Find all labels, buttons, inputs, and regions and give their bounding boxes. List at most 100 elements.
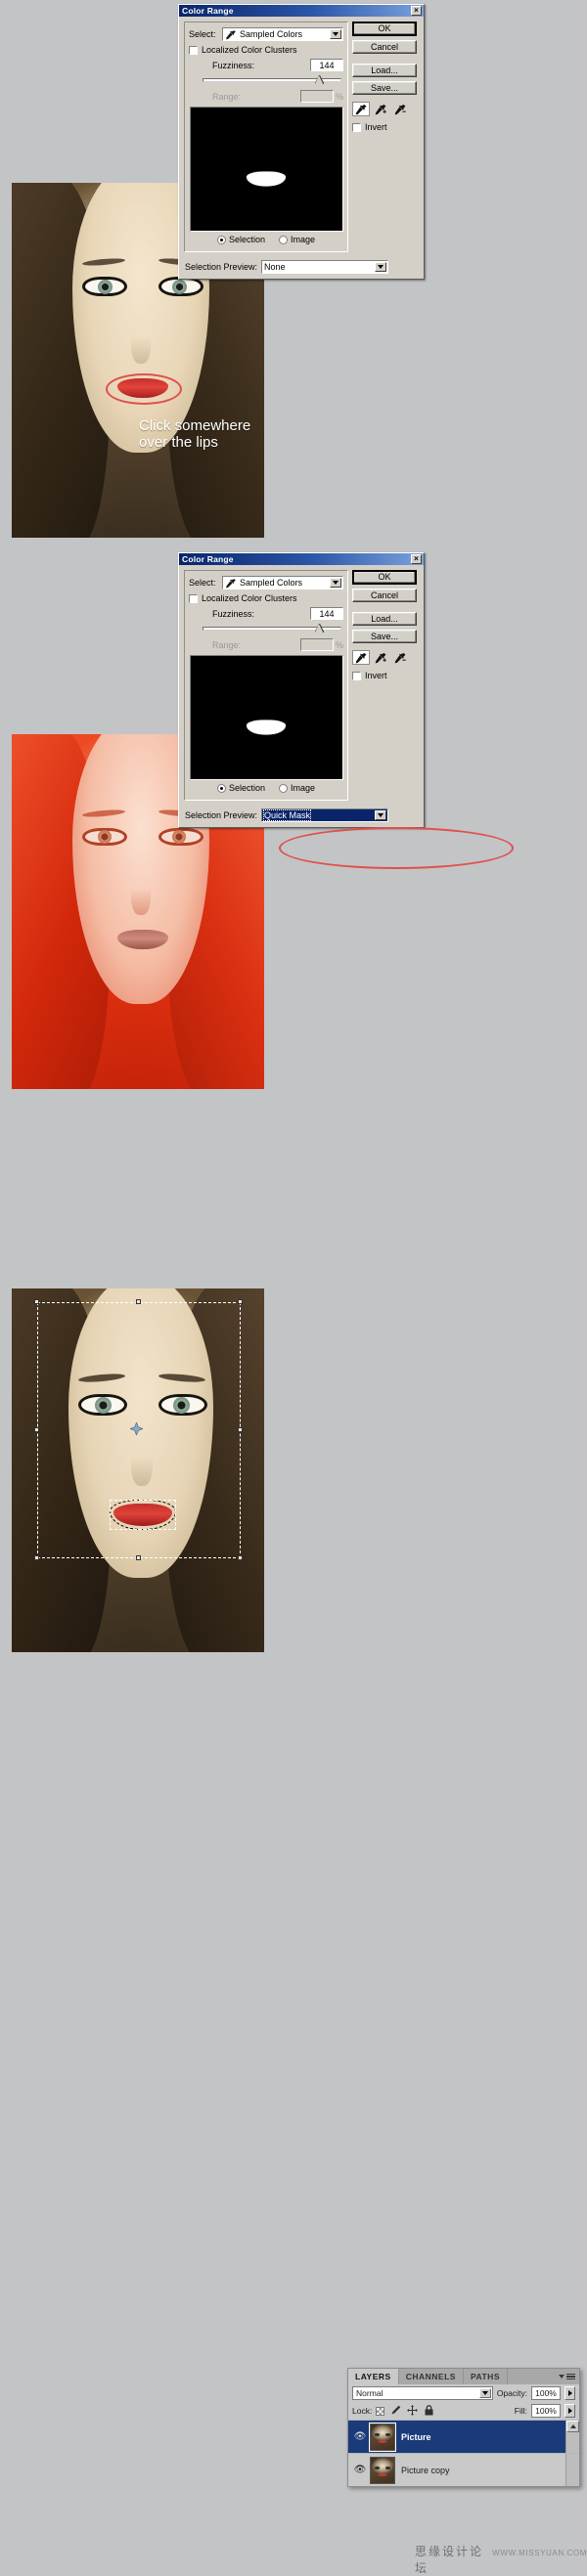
table-row[interactable]: 👁 Picture xyxy=(348,2420,579,2453)
save-button[interactable]: Save... xyxy=(352,81,417,95)
localized-clusters-row[interactable]: Localized Color Clusters xyxy=(189,593,343,603)
eyedropper-plus-icon[interactable] xyxy=(372,650,389,665)
transform-handle-tc[interactable] xyxy=(136,1299,141,1304)
chevron-down-icon[interactable] xyxy=(375,810,387,820)
lock-position-icon[interactable] xyxy=(407,2404,419,2418)
select-value: Sampled Colors xyxy=(240,29,303,39)
transform-handle-bc[interactable] xyxy=(136,1555,141,1560)
select-dropdown[interactable]: Sampled Colors xyxy=(222,27,343,41)
table-row[interactable]: 👁 Picture copy xyxy=(348,2453,579,2486)
layer-visibility-toggle[interactable]: 👁 xyxy=(350,2465,370,2475)
fuzziness-value[interactable]: 144 xyxy=(310,607,343,620)
eyedropper-minus-icon[interactable] xyxy=(391,650,409,665)
selection-preview-dropdown[interactable]: None xyxy=(261,260,389,274)
tab-channels[interactable]: CHANNELS xyxy=(398,2369,464,2384)
cancel-button[interactable]: Cancel xyxy=(352,589,417,602)
fuzziness-value[interactable]: 144 xyxy=(310,59,343,71)
preview-mode-radios[interactable]: Selection Image xyxy=(189,783,343,793)
opacity-value[interactable]: 100% xyxy=(531,2386,561,2400)
selection-preview-value: Quick Mask xyxy=(263,809,312,821)
transform-handle-tr[interactable] xyxy=(238,1299,243,1304)
radio-image[interactable]: Image xyxy=(279,783,315,793)
fuzziness-thumb[interactable] xyxy=(315,624,325,633)
dialog-titlebar[interactable]: Color Range × xyxy=(179,5,424,17)
invert-checkbox[interactable] xyxy=(352,122,361,132)
layers-scrollbar-track[interactable] xyxy=(565,2454,579,2486)
layer-name[interactable]: Picture copy xyxy=(401,2466,450,2475)
layer-visibility-toggle[interactable]: 👁 xyxy=(350,2431,370,2442)
radio-selection-label: Selection xyxy=(228,783,265,793)
color-range-dialog-step2[interactable]: Color Range × Select: Sampled Colors Loc… xyxy=(178,552,425,828)
chevron-down-icon[interactable] xyxy=(330,578,341,588)
eyedropper-icon[interactable] xyxy=(352,102,370,116)
layer-name[interactable]: Picture xyxy=(401,2432,431,2442)
load-button[interactable]: Load... xyxy=(352,64,417,77)
preview-mode-radios[interactable]: Selection Image xyxy=(189,235,343,244)
invert-row[interactable]: Invert xyxy=(352,122,417,132)
eyedropper-icon[interactable] xyxy=(352,650,370,665)
save-button[interactable]: Save... xyxy=(352,630,417,643)
fill-stepper-icon[interactable] xyxy=(564,2404,575,2418)
fuzziness-slider[interactable] xyxy=(203,624,341,633)
localized-clusters-checkbox[interactable] xyxy=(189,45,198,55)
color-range-dialog-step1[interactable]: Color Range × Select: Sampled Colors Loc… xyxy=(178,4,425,280)
eyedropper-tools[interactable] xyxy=(352,650,417,665)
radio-selection[interactable]: Selection xyxy=(216,235,265,244)
ok-button[interactable]: OK xyxy=(352,22,417,36)
radio-image-dot[interactable] xyxy=(279,783,288,793)
lock-image-pixels-icon[interactable] xyxy=(390,2405,401,2418)
blend-mode-dropdown[interactable]: Normal xyxy=(352,2386,493,2400)
mask-preview[interactable] xyxy=(189,107,343,232)
transform-handle-tl[interactable] xyxy=(34,1299,39,1304)
radio-selection-dot[interactable] xyxy=(216,235,226,244)
lock-all-icon[interactable] xyxy=(424,2404,434,2418)
load-button[interactable]: Load... xyxy=(352,612,417,626)
layers-panel[interactable]: LAYERS CHANNELS PATHS Normal Opacity: 10… xyxy=(347,2368,580,2487)
selection-preview-label: Selection Preview: xyxy=(185,810,258,820)
panel-tabs[interactable]: LAYERS CHANNELS PATHS xyxy=(348,2369,579,2384)
transform-handle-br[interactable] xyxy=(238,1555,243,1560)
panel-menu-button[interactable] xyxy=(555,2369,579,2384)
ok-button[interactable]: OK xyxy=(352,570,417,585)
eyedropper-minus-icon[interactable] xyxy=(391,102,409,116)
invert-checkbox[interactable] xyxy=(352,671,361,680)
eyedropper-tools[interactable] xyxy=(352,102,417,116)
localized-clusters-label: Localized Color Clusters xyxy=(202,45,297,55)
close-icon[interactable]: × xyxy=(411,554,422,564)
radio-image-dot[interactable] xyxy=(279,235,288,244)
iris-right xyxy=(172,830,186,844)
opacity-stepper-icon[interactable] xyxy=(564,2386,575,2400)
localized-clusters-checkbox[interactable] xyxy=(189,593,198,603)
invert-label: Invert xyxy=(365,671,387,680)
fuzziness-thumb[interactable] xyxy=(315,75,325,84)
cancel-button[interactable]: Cancel xyxy=(352,40,417,54)
scroll-up-icon[interactable] xyxy=(566,2421,579,2432)
fuzziness-slider[interactable] xyxy=(203,75,341,85)
transform-handle-ml[interactable] xyxy=(34,1427,39,1432)
lock-icons[interactable] xyxy=(376,2404,434,2418)
lock-transparent-pixels-icon[interactable] xyxy=(376,2406,385,2416)
radio-selection-dot[interactable] xyxy=(216,783,226,793)
fill-value[interactable]: 100% xyxy=(531,2404,561,2418)
select-dropdown[interactable]: Sampled Colors xyxy=(222,576,343,589)
layers-scrollbar[interactable] xyxy=(565,2421,579,2453)
localized-clusters-row[interactable]: Localized Color Clusters xyxy=(189,45,343,55)
chevron-down-icon[interactable] xyxy=(478,2388,491,2398)
transform-handle-bl[interactable] xyxy=(34,1555,39,1560)
eyedropper-plus-icon[interactable] xyxy=(372,102,389,116)
selection-preview-dropdown[interactable]: Quick Mask xyxy=(261,808,389,822)
chevron-down-icon[interactable] xyxy=(330,29,341,39)
mask-preview[interactable] xyxy=(189,655,343,780)
tab-layers[interactable]: LAYERS xyxy=(348,2369,399,2384)
transform-handle-mr[interactable] xyxy=(238,1427,243,1432)
fuzziness-row: Fuzziness: 144 xyxy=(189,607,343,620)
radio-image[interactable]: Image xyxy=(279,235,315,244)
close-icon[interactable]: × xyxy=(411,6,422,16)
radio-selection[interactable]: Selection xyxy=(216,783,265,793)
tab-paths[interactable]: PATHS xyxy=(463,2369,508,2384)
dialog-titlebar[interactable]: Color Range × xyxy=(179,553,424,565)
quick-mask-annotation-ellipse xyxy=(279,827,514,869)
invert-row[interactable]: Invert xyxy=(352,671,417,680)
chevron-down-icon[interactable] xyxy=(375,262,387,272)
eye-icon: 👁 xyxy=(353,2431,367,2442)
